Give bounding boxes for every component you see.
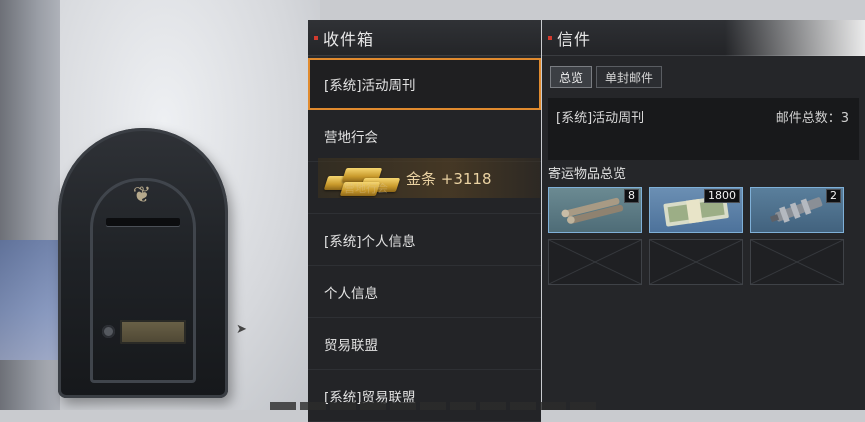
letter-panel: 信件 总览 单封邮件 [系统]活动周刊 邮件总数：3 寄运物品总览 8 1800… xyxy=(542,20,865,410)
mail-item-label: [系统]活动周刊 xyxy=(324,78,416,94)
tab-single-mail[interactable]: 单封邮件 xyxy=(596,66,663,88)
empty-slot xyxy=(649,239,743,285)
reward-ghost-label: 营地行会 xyxy=(344,182,388,195)
mail-item-label: [系统]个人信息 xyxy=(324,233,416,250)
mouse-cursor-icon: ➤ xyxy=(236,322,247,337)
mailbox-object: ❦ xyxy=(58,128,228,398)
mail-item[interactable]: 贸易联盟 xyxy=(308,318,541,370)
mail-item-label: 贸易联盟 xyxy=(324,337,378,354)
mail-count: 邮件总数：3 xyxy=(775,111,849,126)
reward-toast: 营地行会 金条 +3118 xyxy=(318,158,540,198)
blue-poster xyxy=(0,240,60,360)
mailbox-knob xyxy=(102,325,115,338)
reward-text: 金条 +3118 xyxy=(406,170,492,188)
item-quantity: 8 xyxy=(624,189,639,203)
tab-overview[interactable]: 总览 xyxy=(550,66,593,88)
item-slot[interactable]: 2 xyxy=(750,187,844,233)
mail-item[interactable]: 营地行会 xyxy=(308,110,541,162)
caption-overlay xyxy=(270,402,600,410)
empty-slot xyxy=(750,239,844,285)
item-quantity: 1800 xyxy=(704,189,740,203)
inbox-panel: 收件箱 [系统]活动周刊 营地行会 营地行会 [系统]个人信息 个人信息 贸易联… xyxy=(308,20,541,422)
item-slot[interactable]: 1800 xyxy=(649,187,743,233)
item-slot[interactable]: 8 xyxy=(548,187,642,233)
mail-item[interactable]: [系统]贸易联盟 xyxy=(308,370,541,422)
mail-item-label: 个人信息 xyxy=(324,285,378,302)
letter-summary: [系统]活动周刊 邮件总数：3 xyxy=(548,98,859,160)
mailbox-slot xyxy=(106,218,180,226)
mail-item[interactable]: [系统]活动周刊 xyxy=(308,58,541,110)
empty-slot xyxy=(548,239,642,285)
title-marker-icon xyxy=(548,35,552,40)
inbox-header: 收件箱 xyxy=(308,20,541,56)
letter-subject: [系统]活动周刊 xyxy=(556,111,645,126)
inbox-title: 收件箱 xyxy=(323,29,375,49)
mailbox-ornament-icon: ❦ xyxy=(132,183,152,208)
mail-item[interactable]: 个人信息 xyxy=(308,266,541,318)
letter-tabs: 总览 单封邮件 xyxy=(550,66,663,88)
title-marker-icon xyxy=(314,35,318,40)
letter-title: 信件 xyxy=(557,29,592,49)
mail-item[interactable]: [系统]个人信息 xyxy=(308,214,541,266)
item-quantity: 2 xyxy=(826,189,841,203)
items-overview-title: 寄运物品总览 xyxy=(548,167,627,182)
mail-list: [系统]活动周刊 营地行会 营地行会 [系统]个人信息 个人信息 贸易联盟 [系… xyxy=(308,58,541,422)
mail-item-label: 营地行会 xyxy=(324,129,378,146)
letter-header-bar: 信件 xyxy=(542,20,865,56)
mailbox-name-plate xyxy=(120,320,186,344)
